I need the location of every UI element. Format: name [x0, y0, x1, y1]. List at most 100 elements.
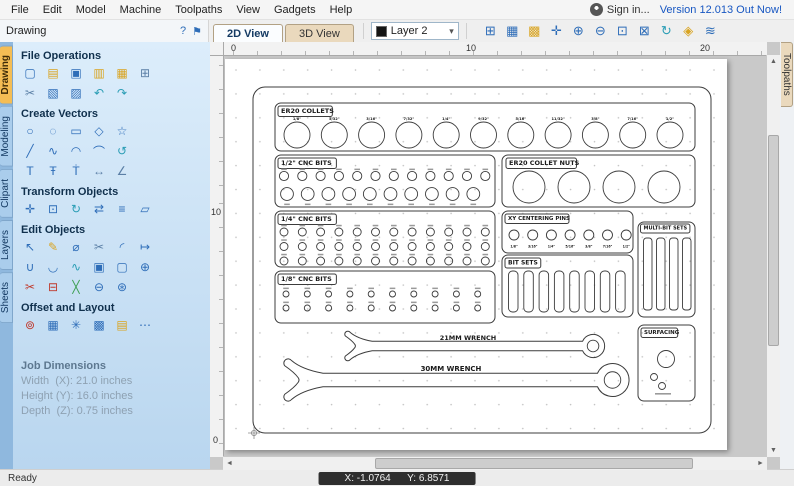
- export-vectors-icon[interactable]: ▦: [113, 64, 131, 82]
- menu-model[interactable]: Model: [69, 2, 113, 18]
- save-file-icon[interactable]: ▣: [67, 64, 85, 82]
- alignment-icon[interactable]: ≡: [113, 200, 131, 218]
- help-icon[interactable]: ?: [180, 25, 186, 38]
- paste-icon[interactable]: ▨: [67, 84, 85, 102]
- weld-vectors-icon[interactable]: ⊕: [136, 258, 154, 276]
- circular-copy-icon[interactable]: ✳: [67, 316, 85, 334]
- new-file-icon[interactable]: ▢: [21, 64, 39, 82]
- vertical-scroll-thumb[interactable]: [768, 135, 779, 347]
- set-size-icon[interactable]: ⊡: [44, 200, 62, 218]
- draw-arc-icon[interactable]: ◠: [67, 142, 85, 160]
- toolpath-preview-icon[interactable]: ≋: [702, 23, 719, 40]
- menu-view[interactable]: View: [229, 2, 267, 18]
- text-box-icon[interactable]: Ŧ: [44, 162, 62, 180]
- distort-icon[interactable]: ▱: [136, 200, 154, 218]
- side-tab-drawing[interactable]: Drawing: [0, 45, 13, 105]
- menu-help[interactable]: Help: [323, 2, 360, 18]
- zoom-out-icon[interactable]: ⊖: [592, 23, 609, 40]
- copy-icon[interactable]: ▧: [44, 84, 62, 102]
- three-point-arc-icon[interactable]: ⌒: [90, 142, 108, 160]
- array-copy-icon[interactable]: ▦: [44, 316, 62, 334]
- menu-file[interactable]: File: [4, 2, 36, 18]
- scroll-down-icon[interactable]: ▼: [767, 444, 780, 457]
- redo-icon[interactable]: ↷: [113, 84, 131, 102]
- angle-dimension-icon[interactable]: ∠: [113, 162, 131, 180]
- fillet-tool-icon[interactable]: ◜: [113, 238, 131, 256]
- group-icon[interactable]: ▣: [90, 258, 108, 276]
- close-vector-icon[interactable]: ◡: [44, 258, 62, 276]
- menu-edit[interactable]: Edit: [36, 2, 69, 18]
- curve-fit-icon[interactable]: ∿: [67, 258, 85, 276]
- side-tab-modeling[interactable]: Modeling: [0, 106, 13, 168]
- tab-2d-view[interactable]: 2D View: [213, 24, 283, 42]
- print-icon[interactable]: ⊞: [136, 64, 154, 82]
- mirror-icon[interactable]: ⇄: [90, 200, 108, 218]
- draw-polyline-icon[interactable]: ∿: [44, 142, 62, 160]
- wireframe-icon[interactable]: ◈: [680, 23, 697, 40]
- pan-icon[interactable]: ✛: [548, 23, 565, 40]
- pin-icon[interactable]: ⚑: [192, 25, 202, 38]
- refresh-view-icon[interactable]: ↻: [658, 23, 675, 40]
- node-edit-icon[interactable]: ✎: [44, 238, 62, 256]
- rotate-icon[interactable]: ↻: [67, 200, 85, 218]
- scroll-left-icon[interactable]: ◄: [223, 457, 236, 470]
- undo-icon[interactable]: ↶: [90, 84, 108, 102]
- draw-polygon-icon[interactable]: ◇: [90, 122, 108, 140]
- horizontal-scrollbar[interactable]: ◄ ►: [223, 456, 767, 470]
- drawing-svg[interactable]: ER20 COLLETS 1/8" 5/32" 3/16" 7/32" 1/4" 9/32"…: [225, 59, 727, 450]
- draw-spiral-icon[interactable]: ↺: [113, 142, 131, 160]
- zoom-extents-icon[interactable]: ⊠: [636, 23, 653, 40]
- measure-tool-icon[interactable]: ⌀: [67, 238, 85, 256]
- scroll-up-icon[interactable]: ▲: [767, 55, 780, 68]
- layer-dropdown[interactable]: Layer 2 ▾: [370, 22, 459, 40]
- dimension-icon[interactable]: ↔: [90, 162, 108, 180]
- job-page[interactable]: ER20 COLLETS 1/8" 5/32" 3/16" 7/32" 1/4" 9/32"…: [225, 59, 727, 450]
- horizontal-ruler[interactable]: 0 10 20: [223, 42, 767, 56]
- open-file-icon[interactable]: ▤: [44, 64, 62, 82]
- version-link[interactable]: Version 12.013 Out Now!: [660, 4, 782, 16]
- tab-3d-view[interactable]: 3D View: [285, 24, 354, 42]
- side-tab-clipart[interactable]: Clipart: [0, 169, 13, 218]
- side-tab-layers[interactable]: Layers: [0, 219, 13, 270]
- join-vectors-icon[interactable]: ∪: [21, 258, 39, 276]
- slice-vectors-icon[interactable]: ╳: [67, 278, 85, 296]
- vertical-ruler[interactable]: 10 0: [210, 55, 224, 457]
- draw-rectangle-icon[interactable]: ▭: [67, 122, 85, 140]
- grid-icon[interactable]: ▦: [504, 23, 521, 40]
- extend-tool-icon[interactable]: ↦: [136, 238, 154, 256]
- menu-machine[interactable]: Machine: [113, 2, 169, 18]
- side-tab-sheets[interactable]: Sheets: [0, 271, 13, 324]
- draw-text-icon[interactable]: T: [21, 162, 39, 180]
- vertical-scrollbar[interactable]: ▲ ▼: [766, 55, 780, 457]
- cut-icon[interactable]: ✂: [21, 84, 39, 102]
- job-setup-icon[interactable]: ⊞: [482, 23, 499, 40]
- boolean-subtract-icon[interactable]: ⊖: [90, 278, 108, 296]
- trim-vectors-icon[interactable]: ✂: [21, 278, 39, 296]
- scroll-right-icon[interactable]: ►: [754, 457, 767, 470]
- scissors-tool-icon[interactable]: ✂: [90, 238, 108, 256]
- crop-vectors-icon[interactable]: ⊟: [44, 278, 62, 296]
- draw-circle-icon[interactable]: ○: [21, 122, 39, 140]
- select-tool-icon[interactable]: ↖: [21, 238, 39, 256]
- draw-star-icon[interactable]: ☆: [113, 122, 131, 140]
- move-selection-icon[interactable]: ✛: [21, 200, 39, 218]
- snap-grid-icon[interactable]: ▩: [526, 23, 543, 40]
- horizontal-scroll-thumb[interactable]: [375, 458, 693, 469]
- boolean-merge-icon[interactable]: ⊛: [113, 278, 131, 296]
- draw-line-icon[interactable]: ╱: [21, 142, 39, 160]
- layout-icon[interactable]: ▤: [113, 316, 131, 334]
- draw-ellipse-icon[interactable]: ◌: [44, 122, 62, 140]
- toolpaths-tab[interactable]: Toolpaths: [781, 42, 793, 107]
- text-on-curve-icon[interactable]: Ṫ: [67, 162, 85, 180]
- offset-vectors-icon[interactable]: ⊚: [21, 316, 39, 334]
- ungroup-icon[interactable]: ▢: [113, 258, 131, 276]
- canvas-view[interactable]: ER20 COLLETS 1/8" 5/32" 3/16" 7/32" 1/4" 9/32"…: [223, 55, 767, 457]
- menu-toolpaths[interactable]: Toolpaths: [168, 2, 229, 18]
- copy-along-vector-icon[interactable]: ⋯: [136, 316, 154, 334]
- zoom-window-icon[interactable]: ⊡: [614, 23, 631, 40]
- menu-gadgets[interactable]: Gadgets: [267, 2, 323, 18]
- zoom-in-icon[interactable]: ⊕: [570, 23, 587, 40]
- nesting-icon[interactable]: ▩: [90, 316, 108, 334]
- sign-in-button[interactable]: Sign in...: [589, 3, 650, 16]
- import-vectors-icon[interactable]: ▥: [90, 64, 108, 82]
